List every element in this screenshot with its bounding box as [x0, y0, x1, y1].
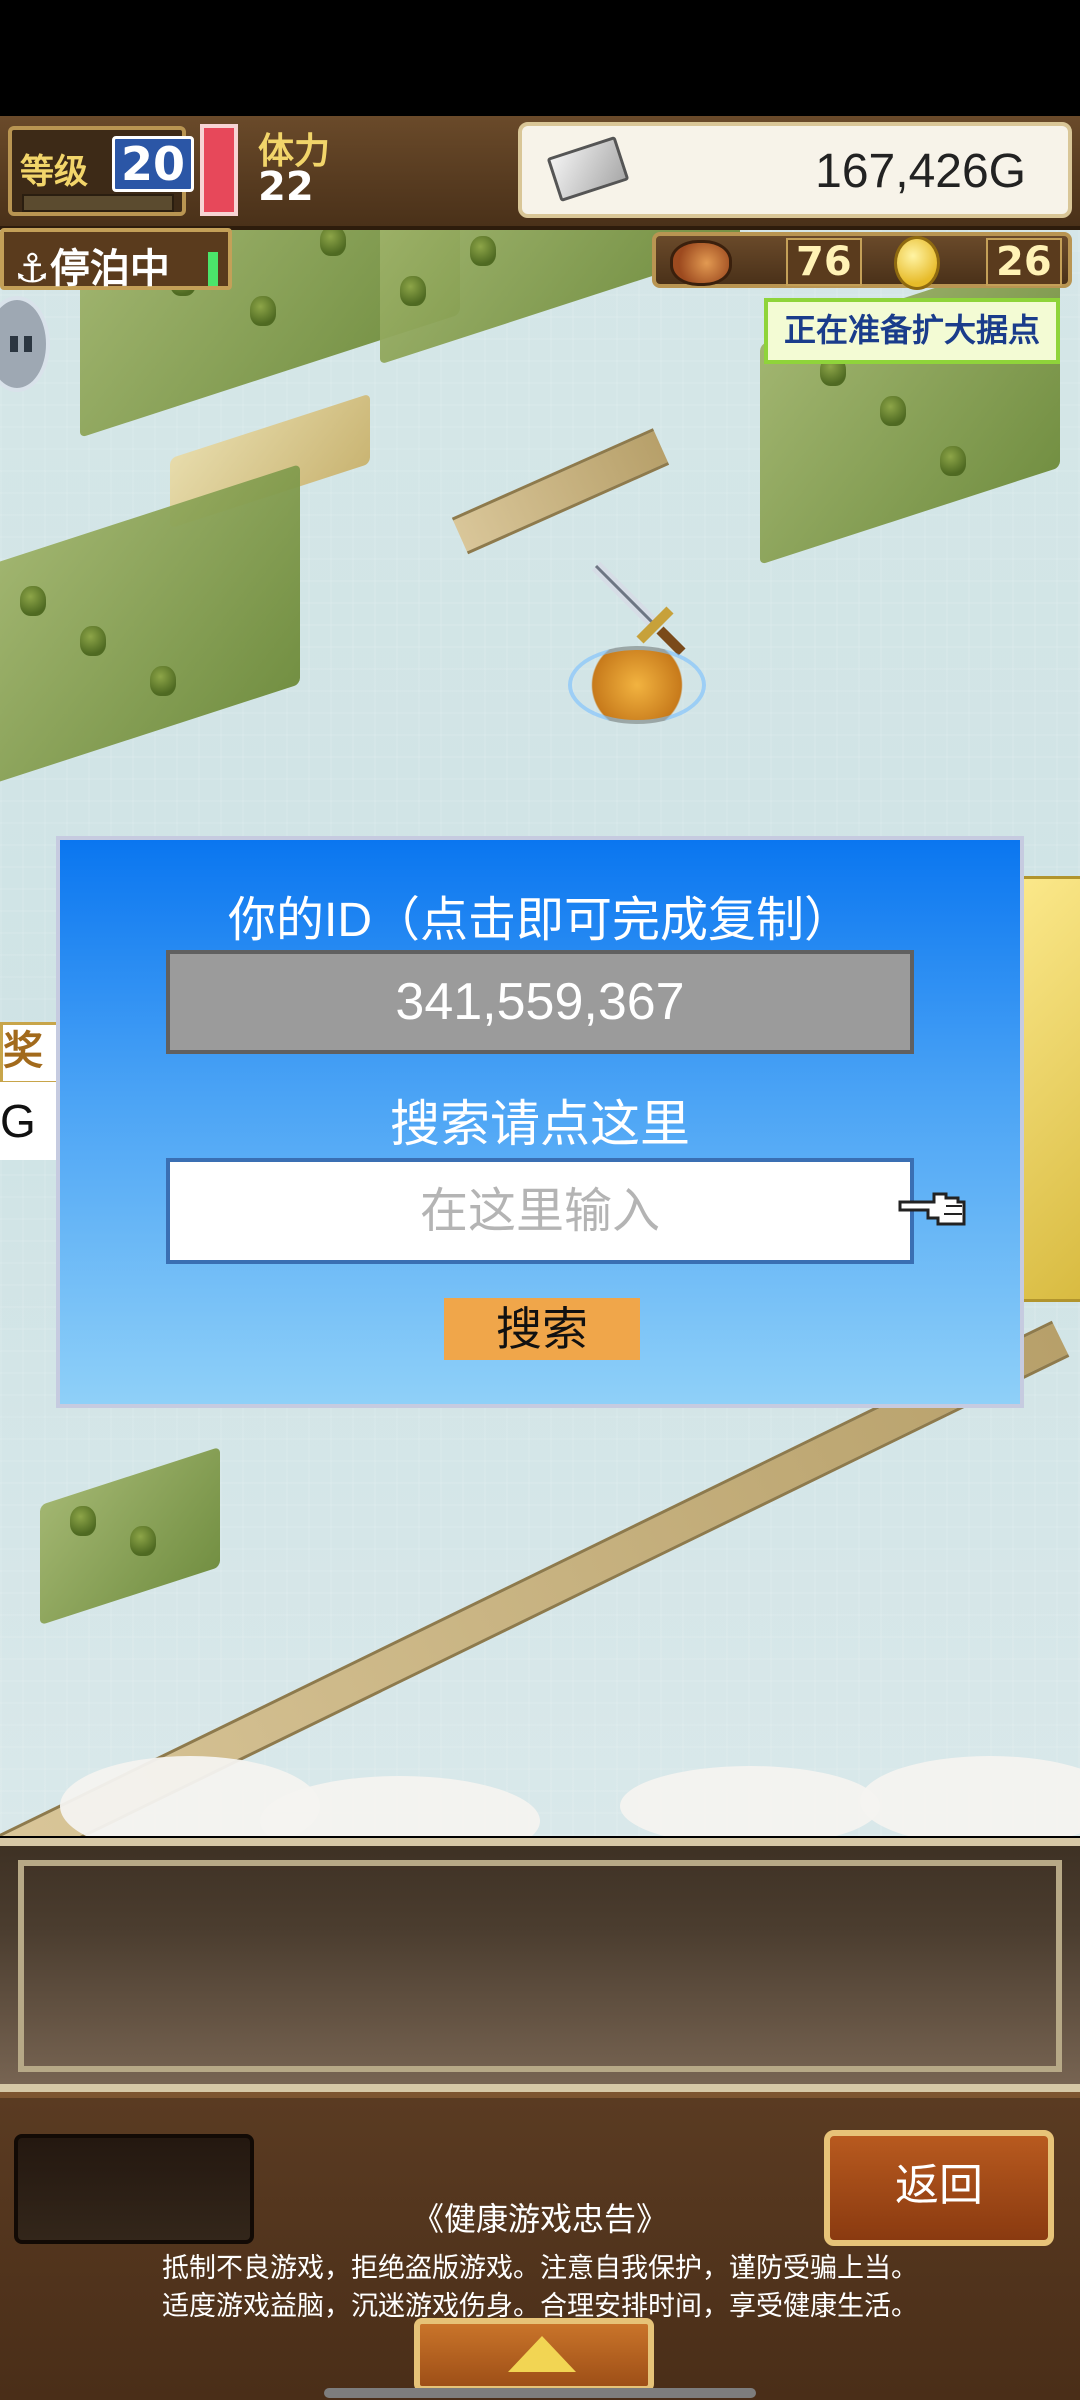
- money-value: 167,426G: [815, 145, 1026, 198]
- silver-bar-icon: [546, 136, 630, 202]
- friend-search-dialog: 你的ID（点击即可完成复制） 341,559,367 搜索请点这里 搜索: [56, 836, 1024, 1408]
- exp-bar: [22, 194, 174, 212]
- bottom-bar: 返回 《健康游戏忠告》 抵制不良游戏，拒绝盗版游戏。注意自我保护，谨防受骗上当。…: [0, 2092, 1080, 2400]
- player-id-copy-box[interactable]: 341,559,367: [166, 950, 914, 1054]
- meat-icon: [670, 240, 732, 286]
- level-value: 20: [112, 136, 195, 192]
- dialog-title: 你的ID（点击即可完成复制）: [227, 894, 852, 947]
- base-marker[interactable]: [568, 646, 706, 724]
- message-panel: [0, 1838, 1080, 2092]
- tree: [940, 446, 966, 476]
- search-button[interactable]: 搜索: [444, 1298, 640, 1360]
- anchor-status-label: ⚓停泊中: [14, 246, 170, 292]
- tree: [80, 626, 106, 656]
- resource-panel[interactable]: 76 26: [652, 232, 1072, 290]
- coin-icon: [894, 236, 940, 290]
- tree: [130, 1526, 156, 1556]
- bridge: [451, 428, 670, 555]
- stamina-gauge: [200, 124, 238, 216]
- left-side-value: G: [0, 1082, 56, 1160]
- tree: [70, 1506, 96, 1536]
- island: [760, 247, 1060, 565]
- anchor-status-text: 停泊中: [49, 246, 170, 292]
- health-advice-line1: 抵制不良游戏，拒绝盗版游戏。注意自我保护，谨防受骗上当。: [162, 2253, 918, 2284]
- anchor-status[interactable]: ⚓停泊中: [0, 228, 232, 292]
- left-side-tag[interactable]: 奖历: [0, 1022, 62, 1084]
- tree: [250, 296, 276, 326]
- message-panel-frame: [18, 1860, 1062, 2072]
- meat-count: 76: [786, 238, 862, 286]
- level-label: 等级: [20, 152, 88, 192]
- stamina-value: 22: [258, 164, 314, 210]
- tree: [150, 666, 176, 696]
- tree: [880, 396, 906, 426]
- cloud: [620, 1766, 880, 1836]
- search-input[interactable]: [166, 1158, 914, 1264]
- money-panel[interactable]: 167,426G: [518, 122, 1072, 218]
- island: [0, 464, 300, 788]
- expand-base-notice[interactable]: 正在准备扩大据点: [764, 298, 1060, 364]
- coin-count: 26: [986, 238, 1062, 286]
- cloud: [860, 1756, 1080, 1836]
- status-bar: [0, 0, 1080, 116]
- top-bar: 等级 20 体力 22 167,426G: [0, 116, 1080, 230]
- gold-field: [1020, 876, 1080, 1302]
- level-panel: 等级 20: [8, 126, 195, 216]
- status-row: ⚓停泊中 76 26: [0, 228, 1080, 294]
- search-prompt-label: 搜索请点这里: [390, 1095, 690, 1153]
- tree: [20, 586, 46, 616]
- expand-menu-button[interactable]: [414, 2318, 654, 2392]
- pointing-hand-icon: [898, 1192, 966, 1226]
- up-arrow-icon: [508, 2336, 576, 2372]
- health-advice-title: 《健康游戏忠告》: [411, 2200, 668, 2238]
- navigation-handle[interactable]: [324, 2388, 756, 2398]
- status-indicator: [208, 252, 218, 286]
